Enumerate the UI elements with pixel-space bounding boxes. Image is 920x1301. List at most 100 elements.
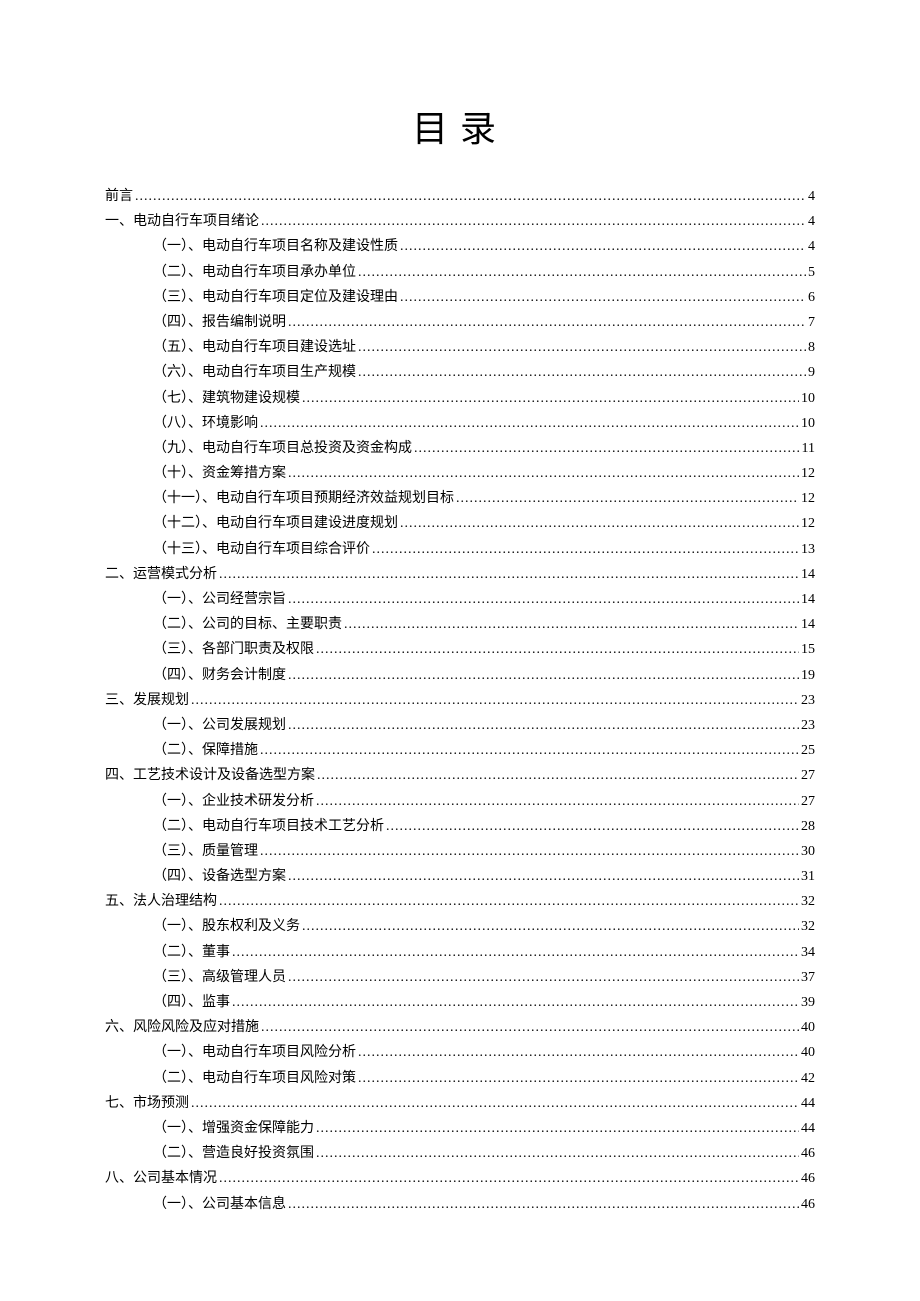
toc-entry: （三）、电动自行车项目定位及建设理由6 <box>105 291 815 305</box>
toc-dot-leader <box>288 1198 799 1212</box>
toc-dot-leader <box>372 543 799 557</box>
toc-dot-leader <box>358 366 806 380</box>
toc-entry-label: （十一）、电动自行车项目预期经济效益规划目标 <box>153 492 454 506</box>
toc-dot-leader <box>232 996 799 1010</box>
toc-entry: （八）、环境影响10 <box>105 417 815 431</box>
toc-entry-page: 11 <box>802 442 815 456</box>
toc-entry-page: 4 <box>808 240 815 254</box>
toc-entry: （一）、增强资金保障能力 44 <box>105 1122 815 1136</box>
toc-entry-label: （九）、电动自行车项目总投资及资金构成 <box>153 442 412 456</box>
toc-dot-leader <box>260 744 799 758</box>
toc-entry-page: 32 <box>801 920 815 934</box>
toc-dot-leader <box>302 920 799 934</box>
toc-entry-label: （五）、电动自行车项目建设选址 <box>153 341 356 355</box>
toc-entry: （四）、报告编制说明7 <box>105 316 815 330</box>
toc-entry: （二）、公司的目标、主要职责 14 <box>105 618 815 632</box>
toc-dot-leader <box>358 1072 799 1086</box>
toc-dot-leader <box>288 870 799 884</box>
toc-dot-leader <box>400 517 799 531</box>
toc-entry-label: （十）、资金筹措方案 <box>153 467 286 481</box>
toc-entry-label: 三、发展规划 <box>105 694 189 708</box>
toc-dot-leader <box>316 1147 799 1161</box>
toc-entry-label: （一）、股东权利及义务 <box>153 920 300 934</box>
toc-dot-leader <box>386 820 799 834</box>
toc-entry-page: 7 <box>808 316 815 330</box>
toc-entry-page: 32 <box>801 895 815 909</box>
toc-entry-page: 12 <box>801 467 815 481</box>
toc-dot-leader <box>316 643 799 657</box>
toc-entry-page: 14 <box>801 618 815 632</box>
toc-entry-label: （二）、营造良好投资氛围 <box>153 1147 314 1161</box>
toc-entry-page: 31 <box>801 870 815 884</box>
toc-entry-label: 四、工艺技术设计及设备选型方案 <box>105 769 315 783</box>
toc-entry-label: （一）、公司经营宗旨 <box>153 593 286 607</box>
toc-entry: 一、电动自行车项目绪论4 <box>105 215 815 229</box>
toc-entry: （十一）、电动自行车项目预期经济效益规划目标12 <box>105 492 815 506</box>
toc-entry-label: （二）、公司的目标、主要职责 <box>153 618 342 632</box>
toc-entry: （二）、保障措施 25 <box>105 744 815 758</box>
toc-entry-page: 40 <box>801 1046 815 1060</box>
toc-entry-page: 8 <box>808 341 815 355</box>
toc-entry-page: 25 <box>801 744 815 758</box>
toc-entry: （一）、股东权利及义务 32 <box>105 920 815 934</box>
toc-dot-leader <box>288 593 799 607</box>
toc-entry-label: （三）、电动自行车项目定位及建设理由 <box>153 291 398 305</box>
toc-entry-label: （二）、电动自行车项目风险对策 <box>153 1072 356 1086</box>
toc-entry-page: 4 <box>808 190 815 204</box>
toc-dot-leader <box>400 291 806 305</box>
toc-entry-page: 10 <box>801 392 815 406</box>
toc-entry-label: （二）、董事 <box>153 946 230 960</box>
toc-dot-leader <box>400 240 806 254</box>
toc-entry-page: 27 <box>801 795 815 809</box>
toc-entry: 三、发展规划 23 <box>105 694 815 708</box>
toc-dot-leader <box>288 719 799 733</box>
toc-entry-label: （二）、电动自行车项目技术工艺分析 <box>153 820 384 834</box>
toc-entry-page: 40 <box>801 1021 815 1035</box>
toc-entry-label: （十二）、电动自行车项目建设进度规划 <box>153 517 398 531</box>
toc-entry-page: 42 <box>801 1072 815 1086</box>
toc-entry-label: （七）、建筑物建设规模 <box>153 392 300 406</box>
toc-dot-leader <box>191 1097 799 1111</box>
toc-entry: （一）、公司发展规划23 <box>105 719 815 733</box>
toc-entry: （四）、设备选型方案 31 <box>105 870 815 884</box>
toc-entry-label: （二）、电动自行车项目承办单位 <box>153 266 356 280</box>
table-of-contents: 前言4一、电动自行车项目绪论4（一）、电动自行车项目名称及建设性质4（二）、电动… <box>105 190 815 1212</box>
toc-entry: （二）、营造良好投资氛围46 <box>105 1147 815 1161</box>
toc-dot-leader <box>232 946 799 960</box>
toc-entry-page: 44 <box>801 1122 815 1136</box>
toc-entry-label: （六）、电动自行车项目生产规模 <box>153 366 356 380</box>
toc-entry-label: （四）、财务会计制度 <box>153 669 286 683</box>
toc-entry: （五）、电动自行车项目建设选址 8 <box>105 341 815 355</box>
toc-entry-label: （十三）、电动自行车项目综合评价 <box>153 543 370 557</box>
toc-entry-page: 19 <box>801 669 815 683</box>
toc-entry: （一）、电动自行车项目风险分析40 <box>105 1046 815 1060</box>
toc-entry-label: 五、法人治理结构 <box>105 895 217 909</box>
toc-entry-label: （二）、保障措施 <box>153 744 258 758</box>
toc-dot-leader <box>288 669 799 683</box>
toc-entry-page: 46 <box>801 1172 815 1186</box>
toc-entry: （十）、资金筹措方案 12 <box>105 467 815 481</box>
toc-entry: 七、市场预测44 <box>105 1097 815 1111</box>
toc-dot-leader <box>219 1172 799 1186</box>
toc-entry-page: 23 <box>801 694 815 708</box>
toc-dot-leader <box>261 1021 799 1035</box>
toc-entry-label: （四）、监事 <box>153 996 230 1010</box>
toc-dot-leader <box>260 845 799 859</box>
toc-dot-leader <box>288 971 799 985</box>
toc-dot-leader <box>302 392 799 406</box>
toc-dot-leader <box>358 341 806 355</box>
toc-dot-leader <box>261 215 806 229</box>
toc-dot-leader <box>414 442 800 456</box>
toc-entry: （二）、电动自行车项目风险对策 42 <box>105 1072 815 1086</box>
toc-entry-label: （一）、增强资金保障能力 <box>153 1122 314 1136</box>
toc-dot-leader <box>219 895 799 909</box>
toc-entry: （二）、董事34 <box>105 946 815 960</box>
toc-entry-page: 37 <box>801 971 815 985</box>
toc-entry: （七）、建筑物建设规模 10 <box>105 392 815 406</box>
toc-dot-leader <box>288 467 799 481</box>
toc-dot-leader <box>344 618 799 632</box>
toc-entry-page: 9 <box>808 366 815 380</box>
toc-dot-leader <box>358 266 806 280</box>
toc-entry-label: （四）、设备选型方案 <box>153 870 286 884</box>
toc-entry-label: 前言 <box>105 190 133 204</box>
